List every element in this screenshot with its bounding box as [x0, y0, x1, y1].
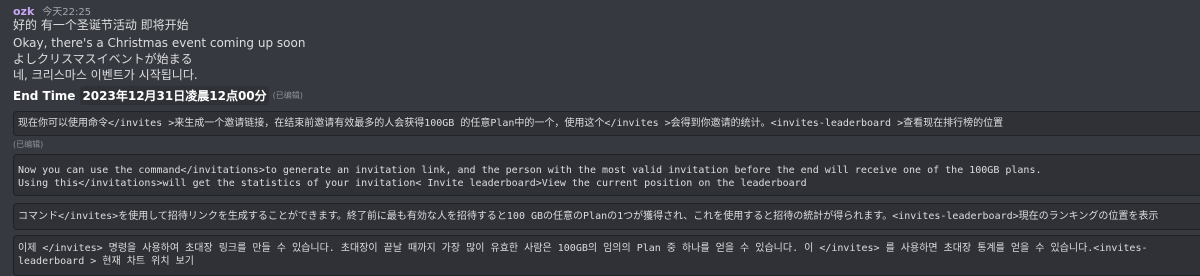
message-timestamp: 今天22:25	[42, 7, 92, 18]
message-line-english: Okay, there's a Christmas event coming u…	[13, 36, 306, 50]
code-block-english: Now you can use the command</invitations…	[13, 154, 1200, 196]
code-block-japanese: コマンド</invites>を使用して招待リンクを生成することができます。終了前…	[13, 203, 1200, 230]
chat-message: ozk 今天22:25 好的 有一个圣诞节活动 即将开始 Okay, there…	[13, 0, 1200, 276]
edited-marker: (已编辑)	[13, 140, 44, 149]
message-line-japanese: よしクリスマスイベントが始まる	[13, 52, 193, 66]
end-time-label: End Time	[13, 88, 76, 103]
edited-marker: (已编辑)	[272, 91, 303, 100]
message-line-chinese: 好的 有一个圣诞节活动 即将开始	[13, 18, 189, 32]
end-time-value: 2023年12月31日凌晨12点00分	[80, 86, 269, 105]
code-block-chinese: 现在你可以使用命令</invites >来生成一个邀请链接，在结束前邀请有效最多…	[13, 111, 1200, 136]
message-line-korean: 네, 크리스마스 이벤트가 시작됩니다.	[13, 68, 198, 82]
message-header: ozk 今天22:25	[13, 3, 92, 18]
end-time-row: End Time 2023年12月31日凌晨12点00分 (已编辑)	[13, 86, 303, 105]
code-block-korean: 이제 </invites> 명령을 사용하여 초대장 링크를 만들 수 있습니다…	[13, 235, 1200, 276]
